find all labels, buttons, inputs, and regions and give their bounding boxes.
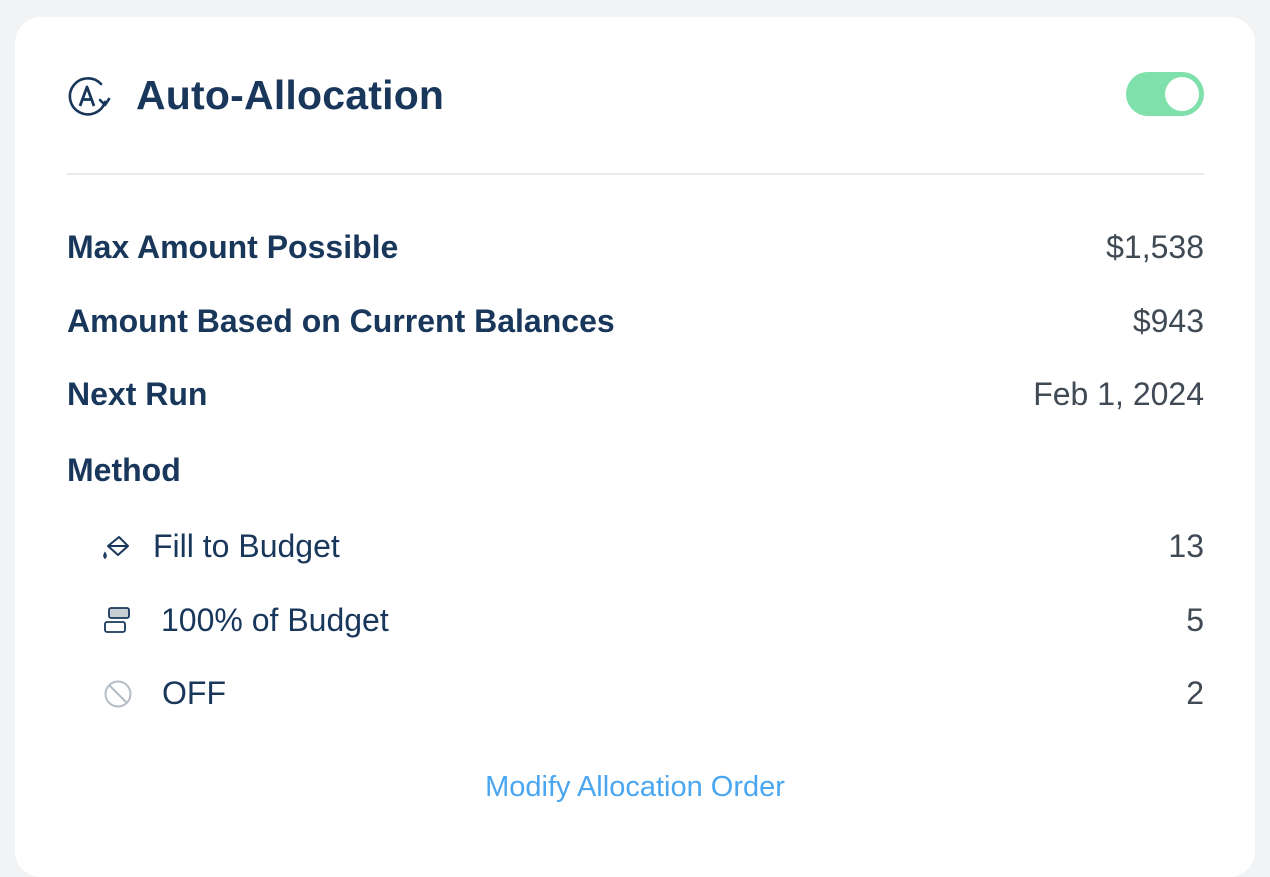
current-amount-row: Amount Based on Current Balances $943 [67, 299, 1204, 343]
method-item-fill-to-budget: Fill to Budget 13 [67, 524, 1204, 568]
current-amount-label: Amount Based on Current Balances [67, 303, 615, 339]
toggle-knob [1165, 77, 1199, 111]
method-count: 5 [1186, 602, 1204, 638]
method-count: 2 [1186, 675, 1204, 711]
auto-allocation-card: Auto-Allocation Max Amount Possible $1,5… [15, 17, 1255, 877]
card-title: Auto-Allocation [136, 72, 445, 118]
method-label: 100% of Budget [161, 602, 389, 638]
auto-allocation-toggle[interactable] [1126, 72, 1204, 116]
header-divider [67, 173, 1204, 175]
method-item-off: OFF 2 [67, 671, 1204, 715]
max-amount-row: Max Amount Possible $1,538 [67, 225, 1204, 269]
prohibited-icon [104, 680, 132, 708]
method-count: 13 [1168, 528, 1204, 564]
next-run-row: Next Run Feb 1, 2024 [67, 372, 1204, 416]
auto-allocation-icon [68, 77, 111, 116]
next-run-value: Feb 1, 2024 [1033, 376, 1204, 412]
current-amount-value: $943 [1132, 303, 1204, 339]
budget-bars-icon [104, 607, 130, 633]
next-run-label: Next Run [67, 376, 208, 412]
max-amount-value: $1,538 [1106, 229, 1204, 265]
card-header: Auto-Allocation [67, 67, 1204, 159]
modify-allocation-order-link[interactable]: Modify Allocation Order [15, 767, 1255, 807]
method-label: Fill to Budget [153, 528, 340, 564]
paint-bucket-icon [103, 536, 129, 560]
method-label: OFF [162, 675, 226, 711]
max-amount-label: Max Amount Possible [67, 229, 399, 265]
method-item-100-of-budget: 100% of Budget 5 [67, 598, 1204, 642]
method-heading: Method [67, 452, 181, 488]
method-heading-row: Method [67, 448, 1204, 492]
